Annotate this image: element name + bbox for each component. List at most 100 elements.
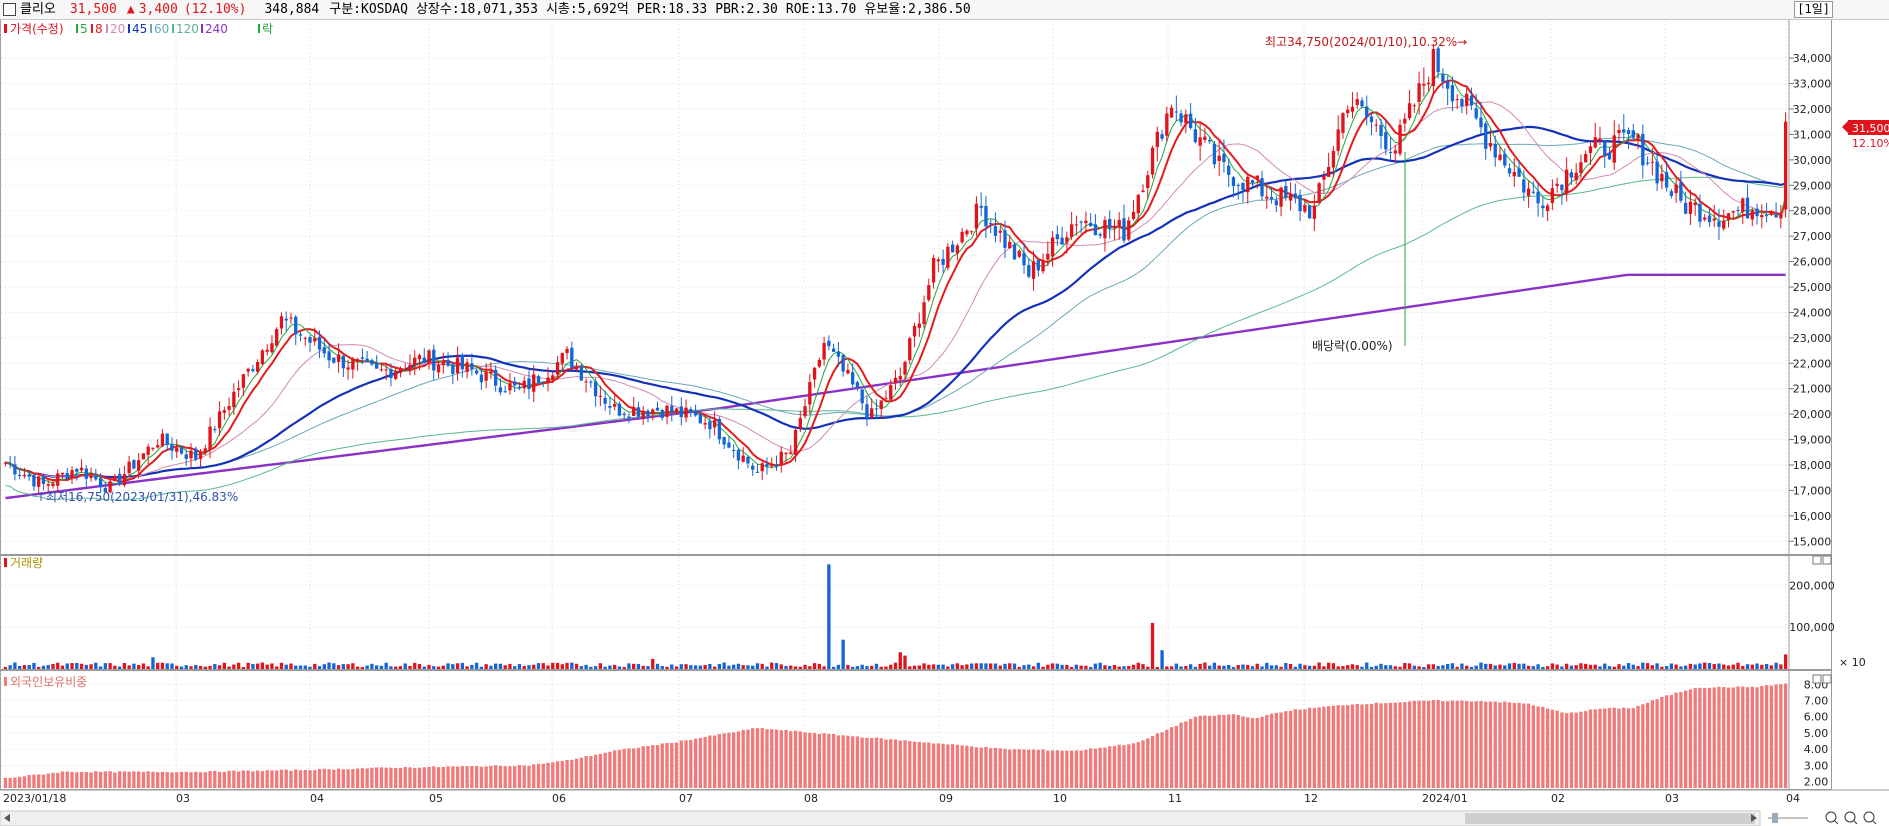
volume-bar — [1098, 662, 1102, 669]
legend-ma240[interactable]: 240 — [205, 22, 228, 36]
volume-bar — [808, 666, 812, 669]
volume-bar — [1303, 665, 1307, 669]
volume-bar — [522, 665, 526, 669]
foreign-panel-title[interactable]: 외국인보유비중 — [10, 675, 87, 689]
candle-body — [1179, 113, 1183, 123]
volume-bar — [1479, 662, 1483, 669]
foreign-ratio-bar — [1617, 708, 1621, 788]
foreign-ratio-bar — [1203, 715, 1207, 788]
candle-body — [170, 443, 174, 451]
volume-bar — [1636, 666, 1640, 669]
volume-bar — [770, 662, 774, 669]
period-button[interactable]: [1일] — [1794, 1, 1833, 18]
foreign-ratio-bar — [37, 774, 41, 788]
volume-panel-title[interactable]: 거래량 — [10, 556, 43, 570]
foreign-ratio-bar — [1288, 710, 1293, 788]
candle-body — [1745, 197, 1750, 219]
legend-ma120[interactable]: 120 — [176, 22, 199, 36]
foreign-ratio-bar — [1722, 687, 1726, 788]
legend-ma45[interactable]: 45 — [132, 22, 147, 36]
volume-bar — [313, 663, 317, 669]
legend-ma20[interactable]: 20 — [110, 22, 125, 36]
foreign-ratio-bar — [1431, 699, 1436, 788]
legend-ma5[interactable]: 5 — [80, 22, 88, 36]
foreign-ratio-bar — [1507, 702, 1512, 788]
foreign-ratio-bar — [698, 737, 703, 788]
candle-body — [1469, 95, 1474, 106]
foreign-tick-label: 5.00 — [1804, 727, 1829, 740]
candle-body — [1127, 220, 1131, 240]
foreign-ratio-bar — [1484, 701, 1488, 788]
legend-ma8[interactable]: 8 — [95, 22, 103, 36]
candle-body — [751, 465, 755, 470]
foreign-ratio-bar — [13, 777, 17, 788]
horizontal-scrollbar[interactable] — [0, 810, 1877, 826]
legend-drop[interactable]: 락 — [262, 22, 273, 36]
legend-price[interactable]: 가격(수정) — [10, 22, 64, 36]
price-tick-label: 16,000 — [1793, 510, 1832, 523]
price-tick-label: 28,000 — [1793, 205, 1832, 218]
foreign-ratio-bar — [765, 729, 769, 788]
volume-bar — [65, 663, 69, 669]
zoom-slider-handle[interactable] — [1772, 813, 1778, 823]
volume-bar — [365, 665, 369, 669]
candle-body — [246, 368, 250, 372]
volume-bar — [627, 663, 631, 669]
candle-body — [731, 449, 736, 451]
candle-body — [665, 405, 669, 417]
candle-body — [784, 452, 788, 455]
candle-body — [931, 257, 936, 283]
volume-bar — [322, 664, 326, 669]
foreign-ratio-bar — [546, 762, 550, 788]
date-tick-label: 09 — [939, 792, 953, 805]
candle-body — [313, 337, 317, 342]
price-tick-label: 32,000 — [1793, 103, 1832, 116]
svg-text:31,500: 31,500 — [1852, 122, 1889, 135]
ma240-legend-swatch — [201, 24, 203, 33]
zoom-reset-icon[interactable] — [1863, 811, 1877, 825]
foreign-ratio-bar — [84, 771, 88, 788]
candle-body — [808, 382, 812, 405]
stock-chart[interactable]: 15,000 16,000 17,000 18,000 19,000 20,000 21,0… — [0, 20, 1889, 826]
zoom-in-icon[interactable] — [1844, 811, 1858, 825]
foreign-ratio-bar — [303, 769, 307, 788]
candle-body — [1460, 99, 1464, 106]
candle-body — [113, 475, 117, 482]
volume-bar — [1445, 663, 1450, 669]
volume-bar — [1707, 663, 1712, 669]
candle-body — [194, 448, 198, 460]
foreign-ratio-bar — [217, 771, 222, 788]
volume-bar — [289, 663, 293, 669]
foreign-ratio-bar — [798, 731, 802, 788]
volume-bar — [712, 666, 717, 669]
foreign-ratio-bar — [22, 776, 27, 788]
candle-body — [1779, 212, 1783, 219]
foreign-ratio-bar — [422, 767, 426, 788]
candle-body — [56, 473, 60, 486]
foreign-ratio-bar — [708, 735, 712, 788]
candle-body — [1241, 182, 1245, 190]
foreign-ratio-bar — [1360, 704, 1364, 788]
foreign-ratio-bar — [1584, 711, 1588, 788]
foreign-ratio-bar — [584, 756, 588, 788]
candle-body — [1084, 220, 1088, 224]
candle-body — [360, 357, 365, 359]
foreign-ratio-bar — [322, 768, 326, 788]
legend-ma60[interactable]: 60 — [154, 22, 169, 36]
foreign-ratio-bar — [65, 771, 69, 788]
candle-body — [1322, 176, 1326, 180]
foreign-ratio-bar — [236, 771, 241, 788]
stock-select-checkbox[interactable] — [3, 3, 16, 16]
foreign-ratio-bar — [160, 771, 165, 788]
volume-tick-label: 200,000 — [1789, 579, 1835, 592]
foreign-ratio-bar — [1479, 701, 1483, 788]
candle-body — [912, 325, 917, 337]
candle-body — [1631, 130, 1635, 138]
volume-bar — [812, 663, 817, 669]
zoom-out-icon[interactable] — [1825, 811, 1839, 825]
price-tick-label: 20,000 — [1793, 408, 1832, 421]
volume-bar — [1522, 663, 1526, 669]
candle-body — [198, 451, 203, 459]
candle-body — [322, 347, 326, 354]
candle-body — [955, 245, 960, 254]
